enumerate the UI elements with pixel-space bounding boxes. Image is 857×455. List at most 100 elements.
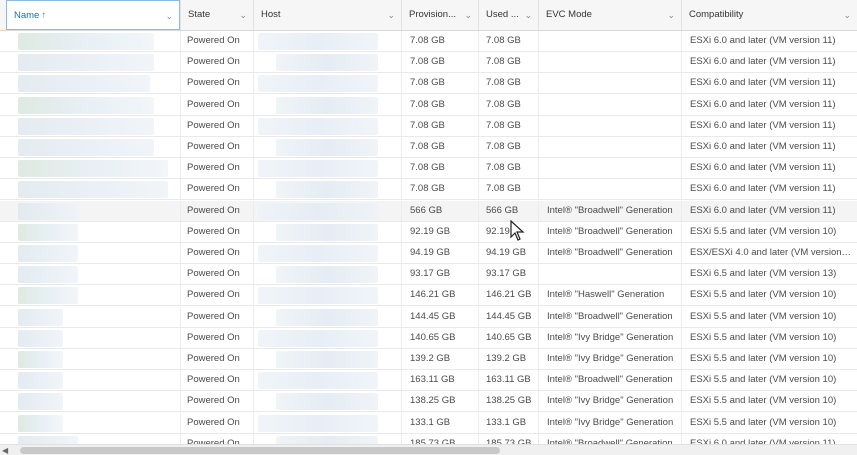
chevron-down-icon[interactable]: ⌄ xyxy=(524,0,532,30)
table-row[interactable]: Powered On 94.19 GB 94.19 GB Intel® "Broadw… xyxy=(0,243,857,264)
cell-used: 7.08 GB xyxy=(486,119,521,131)
cell-provisioned: 7.08 GB xyxy=(410,162,445,174)
table-row[interactable]: Powered On 7.08 GB 7.08 GB ESXi 6.0 and lat… xyxy=(0,94,857,116)
column-divider xyxy=(180,179,181,200)
cell-evc-mode xyxy=(547,73,682,93)
table-row[interactable]: Powered On 7.08 GB 7.08 GB ESXi 6.0 and lat… xyxy=(0,115,857,137)
column-divider xyxy=(401,370,402,391)
table-row[interactable]: Powered On 7.08 GB 7.08 GB ESXi 6.0 and lat… xyxy=(0,137,857,158)
table-row[interactable]: Powered On 144.45 GB 144.45 GB Intel® "Broa… xyxy=(0,306,857,328)
column-divider xyxy=(180,285,181,306)
table-row[interactable]: Powered On 139.2 GB 139.2 GB Intel® "Ivy Br… xyxy=(0,349,857,370)
table-row[interactable]: Powered On 7.08 GB 7.08 GB ESXi 6.0 and lat… xyxy=(0,31,857,52)
redacted-host-name xyxy=(258,160,378,178)
chevron-down-icon[interactable]: ⌄ xyxy=(464,0,472,30)
cell-state: Powered On xyxy=(187,56,240,68)
chevron-down-icon[interactable]: ⌄ xyxy=(843,0,851,30)
horizontal-scrollbar[interactable]: ◀ xyxy=(0,444,857,455)
cell-state: Powered On xyxy=(187,268,240,280)
cell-compatibility: ESXi 6.0 and later (VM version 11) xyxy=(690,56,836,68)
table-row[interactable]: Powered On 163.11 GB 163.11 GB Intel® "Broa… xyxy=(0,370,857,392)
column-header-evc[interactable]: EVC Mode ⌄ xyxy=(538,0,681,30)
table-row[interactable]: Powered On 140.65 GB 140.65 GB Intel® "Ivy … xyxy=(0,327,857,349)
cell-used: 7.08 GB xyxy=(486,141,521,152)
table-row[interactable]: Powered On 7.08 GB 7.08 GB ESXi 6.0 and lat… xyxy=(0,158,857,180)
column-divider xyxy=(180,115,181,136)
table-row[interactable]: Powered On 138.25 GB 138.25 GB Intel® "Ivy … xyxy=(0,391,857,413)
chevron-down-icon[interactable]: ⌄ xyxy=(165,1,173,29)
redacted-vm-name xyxy=(18,393,63,411)
column-divider xyxy=(478,412,479,433)
table-row[interactable]: Powered On 185.73 GB 185.73 GB Intel® "Broa… xyxy=(0,433,857,444)
column-divider xyxy=(401,158,402,179)
table-row[interactable]: Powered On 7.08 GB 7.08 GB ESXi 6.0 and lat… xyxy=(0,179,857,201)
cell-compatibility: ESXi 5.5 and later (VM version 10) xyxy=(690,353,837,364)
datagrid-header: Name ↑ ⌄ State ⌄ Host ⌄ Provision... ⌄ Us… xyxy=(0,0,857,31)
chevron-down-icon[interactable]: ⌄ xyxy=(387,0,395,30)
cell-compatibility: ESXi 5.5 and later (VM version 10) xyxy=(690,225,837,237)
column-divider xyxy=(401,327,402,348)
column-divider xyxy=(478,31,479,51)
table-row[interactable]: Powered On 566 GB 566 GB Intel® "Broadwell"… xyxy=(0,200,857,222)
column-divider xyxy=(401,433,402,444)
redacted-host-name xyxy=(258,287,378,305)
redacted-host-name xyxy=(276,139,378,156)
redacted-host-name xyxy=(276,308,378,326)
chevron-down-icon[interactable]: ⌄ xyxy=(239,0,247,30)
column-divider xyxy=(180,370,181,391)
column-divider xyxy=(401,31,402,51)
redacted-host-name xyxy=(276,96,378,114)
redacted-host-name xyxy=(276,54,378,72)
column-header-compatibility[interactable]: Compatibility ⌄ xyxy=(681,0,857,30)
table-row[interactable]: Powered On 133.1 GB 133.1 GB Intel® "Ivy Br… xyxy=(0,412,857,434)
cell-provisioned: 93.17 GB xyxy=(410,268,451,280)
column-divider xyxy=(478,306,479,327)
table-row[interactable]: Powered On 7.08 GB 7.08 GB ESXi 6.0 and lat… xyxy=(0,73,857,95)
column-divider xyxy=(180,73,181,94)
cell-provisioned: 7.08 GB xyxy=(410,119,445,131)
column-divider xyxy=(538,264,539,285)
cell-evc-mode xyxy=(547,158,682,178)
column-divider xyxy=(180,391,181,412)
column-divider xyxy=(401,285,402,306)
column-divider xyxy=(180,200,181,221)
chevron-left-icon[interactable]: ◀ xyxy=(2,445,8,455)
column-divider xyxy=(478,52,479,73)
table-row[interactable]: Powered On 146.21 GB 146.21 GB Intel® "Hasw… xyxy=(0,285,857,307)
scrollbar-thumb[interactable] xyxy=(20,447,500,454)
column-divider xyxy=(538,200,539,221)
column-header-state[interactable]: State ⌄ xyxy=(180,0,253,30)
column-header-used[interactable]: Used ... ⌄ xyxy=(478,0,538,30)
cell-state: Powered On xyxy=(187,204,240,216)
table-row[interactable]: Powered On 92.19 GB 92.19 Intel® "Broadwell… xyxy=(0,221,857,243)
datagrid-body: Powered On 7.08 GB 7.08 GB ESXi 6.0 and lat… xyxy=(0,31,857,444)
redacted-vm-name xyxy=(18,33,154,50)
cell-evc-mode: Intel® "Ivy Bridge" Generation xyxy=(547,353,674,364)
column-header-provisioned[interactable]: Provision... ⌄ xyxy=(401,0,478,30)
cell-used: 7.08 GB xyxy=(486,162,521,174)
column-header-host[interactable]: Host ⌄ xyxy=(253,0,401,30)
chevron-down-icon[interactable]: ⌄ xyxy=(667,0,675,30)
table-row[interactable]: Powered On 93.17 GB 93.17 GB ESXi 6.5 and l… xyxy=(0,264,857,286)
cell-evc-mode: Intel® "Ivy Bridge" Generation xyxy=(547,331,674,343)
cell-compatibility: ESXi 5.5 and later (VM version 10) xyxy=(690,331,837,343)
cell-used: 7.08 GB xyxy=(486,77,521,89)
column-divider xyxy=(180,327,181,348)
column-divider xyxy=(401,137,402,157)
column-header-name[interactable]: Name ↑ ⌄ xyxy=(6,0,180,30)
table-row[interactable]: Powered On 7.08 GB 7.08 GB ESXi 6.0 and lat… xyxy=(0,52,857,74)
cell-compatibility: ESXi 6.0 and later (VM version 11) xyxy=(690,162,836,174)
column-divider xyxy=(478,285,479,306)
cell-evc-mode xyxy=(547,31,682,51)
cell-used: 185.73 GB xyxy=(486,437,532,444)
mouse-cursor-icon xyxy=(510,220,525,241)
cell-evc-mode xyxy=(547,52,682,72)
column-divider xyxy=(180,94,181,115)
redacted-vm-name xyxy=(18,202,78,220)
cell-provisioned: 7.08 GB xyxy=(410,56,445,68)
redacted-host-name xyxy=(258,33,378,50)
column-divider xyxy=(538,52,539,73)
redacted-host-name xyxy=(258,117,378,135)
cell-provisioned: 566 GB xyxy=(410,204,443,216)
redacted-vm-name xyxy=(18,414,63,432)
